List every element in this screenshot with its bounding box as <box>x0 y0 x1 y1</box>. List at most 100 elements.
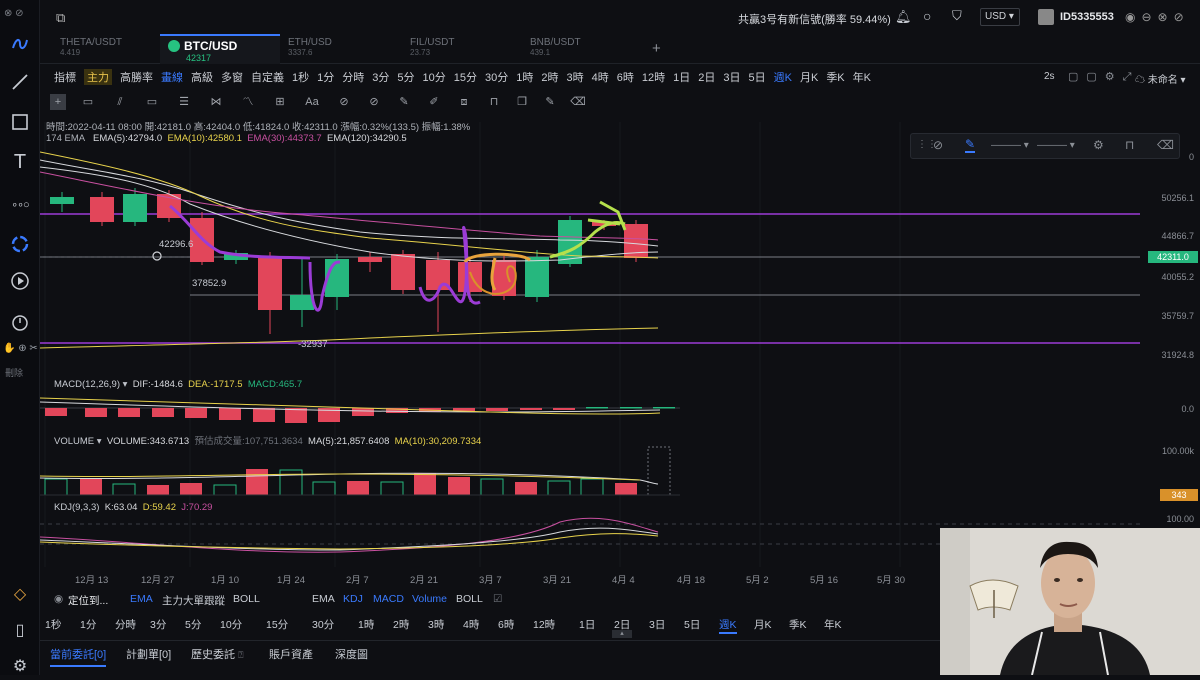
text-tool-icon[interactable]: T <box>6 148 34 176</box>
toolbar-item[interactable]: 5分 <box>397 69 414 85</box>
bottom-interval-item[interactable]: 1分 <box>80 617 96 632</box>
bottom-interval-item[interactable]: 1時 <box>358 617 374 632</box>
bottom-interval-item[interactable]: 30分 <box>312 617 334 632</box>
color-wheel-icon[interactable] <box>6 230 34 258</box>
rectangle-tool-icon[interactable] <box>6 108 34 136</box>
volume-label[interactable]: VOLUME ▾ VOLUME:343.6713 預估成交量:107,751.3… <box>54 433 481 447</box>
locate-icon[interactable]: ◉ <box>54 593 63 605</box>
toolbar-item[interactable]: 年K <box>853 69 871 85</box>
search-icon[interactable]: ○ <box>923 8 931 24</box>
toolbar-item[interactable]: 2時 <box>541 69 558 85</box>
toolbar-item[interactable]: 3分 <box>372 69 389 85</box>
toolbar-item[interactable]: 3日 <box>723 69 740 85</box>
pen-icon[interactable]: ✎ <box>396 94 412 110</box>
lock-drawing-icon[interactable]: ⊓ <box>1125 138 1134 152</box>
toolbar-item[interactable]: 指標 <box>54 69 76 85</box>
ind-ema[interactable]: EMA <box>130 593 153 605</box>
measure-icon[interactable]: ⊞ <box>272 94 288 110</box>
brush-icon[interactable]: ✐ <box>426 94 442 110</box>
grid-icon[interactable]: ⧈ <box>456 94 472 110</box>
price-chart[interactable] <box>40 112 1200 587</box>
bottom-interval-item[interactable]: 3日 <box>649 617 665 632</box>
toolbar-item[interactable]: 高勝率 <box>120 69 153 85</box>
timer-icon[interactable] <box>6 308 34 336</box>
toolbar-item[interactable]: 高級 <box>191 69 213 85</box>
tab-btc[interactable]: BTC/USD 42317 <box>160 34 280 64</box>
toolbar-item[interactable]: 30分 <box>485 69 508 85</box>
toolbar-item[interactable]: 12時 <box>642 69 665 85</box>
add-tab-button[interactable]: + <box>652 40 661 57</box>
hand-scissors-icon[interactable]: ✋ ⊕ ✂ <box>3 343 38 354</box>
signal-text[interactable]: 共贏3号有新信號(勝率 59.44%) <box>738 11 891 27</box>
phone-icon[interactable]: ▯ <box>6 616 34 644</box>
bottom-interval-item[interactable]: 分時 <box>115 617 136 632</box>
toolbar-item[interactable]: 自定義 <box>251 69 284 85</box>
toolbar-item[interactable]: 6時 <box>617 69 634 85</box>
bell-icon[interactable]: 🔔︎ <box>895 9 912 25</box>
toolbar-item[interactable]: 季K <box>826 69 844 85</box>
toolbar-item[interactable]: 主力 <box>84 69 112 85</box>
line-color-icon[interactable]: ✎ <box>965 137 976 153</box>
hide-icon[interactable]: ⊘ <box>366 94 382 110</box>
fib-icon[interactable]: ☰ <box>176 94 192 110</box>
sub-kdj[interactable]: KDJ <box>343 593 363 605</box>
layout-name[interactable]: ☁ 未命名 ▾ <box>1135 71 1186 86</box>
bottom-interval-item[interactable]: 週K <box>719 617 737 634</box>
tab-history-orders[interactable]: 歷史委託 ⍰ <box>191 646 243 662</box>
new-window-icon[interactable]: ⧉ <box>56 10 65 26</box>
window-buttons-icon[interactable]: ◉⊖⊗⊘ <box>1125 10 1190 24</box>
lock-icon[interactable]: ⊓ <box>486 94 502 110</box>
locate-button[interactable]: 定位到... <box>68 593 108 608</box>
edit-indicators-icon[interactable]: ☑ <box>493 593 502 605</box>
bottom-interval-item[interactable]: 5日 <box>684 617 700 632</box>
tab-eth[interactable]: ETH/USD 3337.6 <box>280 34 400 64</box>
bottom-interval-item[interactable]: 6時 <box>498 617 514 632</box>
tab-bnb[interactable]: BNB/USDT 439.1 <box>522 34 642 64</box>
bottom-interval-item[interactable]: 3時 <box>428 617 444 632</box>
refresh-interval[interactable]: 2s <box>1044 71 1055 82</box>
settings-icon[interactable]: ⚙ <box>6 652 34 680</box>
delete-tool-icon[interactable]: 刪除 <box>5 366 23 379</box>
kdj-label[interactable]: KDJ(9,3,3) K:63.04 D:59.42 J:70.29 <box>54 502 212 513</box>
toolbar-item[interactable]: 4時 <box>592 69 609 85</box>
tab-current-orders[interactable]: 當前委託[0] <box>50 646 107 667</box>
toolbar-item[interactable]: 分時 <box>342 69 364 85</box>
bottom-interval-item[interactable]: 15分 <box>266 617 288 632</box>
diamond-icon[interactable]: ◇ <box>6 580 34 608</box>
replay-icon[interactable] <box>6 267 34 295</box>
points-tool-icon[interactable]: ∘∘○ <box>6 190 34 218</box>
toolbar-item[interactable]: 月K <box>800 69 818 85</box>
toolbar-item[interactable]: 3時 <box>567 69 584 85</box>
text-aa-icon[interactable]: Aa <box>304 94 320 110</box>
sub-volume[interactable]: Volume <box>412 593 447 605</box>
macd-label[interactable]: MACD(12,26,9) ▾ DIF:-1484.6 DEA:-1717.5 … <box>54 379 302 390</box>
bottom-interval-item[interactable]: 12時 <box>533 617 555 632</box>
bottom-interval-item[interactable]: 3分 <box>150 617 166 632</box>
wave-icon[interactable]: 〽 <box>240 94 256 110</box>
bottom-interval-item[interactable]: 1秒 <box>45 617 61 632</box>
bottom-interval-item[interactable]: 月K <box>754 617 772 632</box>
pattern-icon[interactable]: ⋈ <box>208 94 224 110</box>
edit-icon[interactable]: ✎ <box>542 94 558 110</box>
window-controls[interactable]: ⊗ ⊘ <box>4 8 38 22</box>
toolbar-item[interactable]: 1分 <box>317 69 334 85</box>
tab-fil[interactable]: FIL/USDT 23.73 <box>402 34 522 64</box>
copy-icon[interactable]: ❐ <box>514 94 530 110</box>
line-width-select[interactable]: ——— ▾ <box>991 140 1029 151</box>
toolbar-item[interactable]: 週K <box>774 69 792 85</box>
bottom-interval-item[interactable]: 季K <box>789 617 807 632</box>
box-icon[interactable]: ▭ <box>144 94 160 110</box>
toolbar-item[interactable]: 1時 <box>516 69 533 85</box>
template-icon[interactable]: ⊘ <box>933 138 943 152</box>
line-style-select[interactable]: ——— ▾ <box>1037 140 1075 151</box>
magnet-icon[interactable]: ⊘ <box>336 94 352 110</box>
currency-select[interactable]: USD ▾ <box>980 8 1020 26</box>
ind-boll[interactable]: BOLL <box>233 593 260 605</box>
chart-tools-icon[interactable]: ▢▢⚙⤢ <box>1068 70 1139 84</box>
bottom-interval-item[interactable]: 5分 <box>185 617 201 632</box>
shirt-icon[interactable]: ⛉ <box>952 8 962 24</box>
tab-theta[interactable]: THETA/USDT 4.419 <box>52 34 160 64</box>
bottom-interval-item[interactable]: 4時 <box>463 617 479 632</box>
ind-main-force[interactable]: 主力大單跟蹤 <box>162 593 225 608</box>
bottom-interval-item[interactable]: 1日 <box>579 617 595 632</box>
